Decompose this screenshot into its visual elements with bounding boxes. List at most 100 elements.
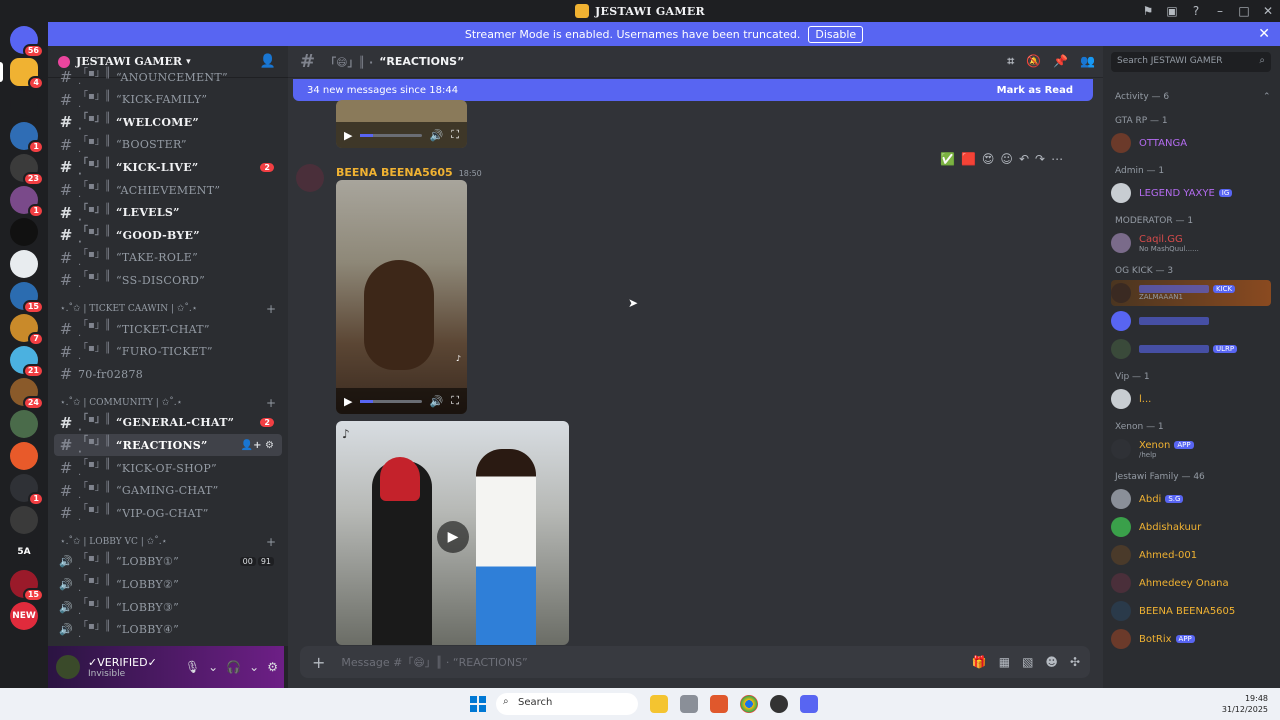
text-channel[interactable]: # 「▪」║ · “TICKET-CHAT” — [54, 318, 282, 342]
fullscreen-icon[interactable]: ⛶ — [451, 394, 459, 408]
member-item[interactable]: l... — [1111, 386, 1271, 412]
attach-plus-icon[interactable]: + — [312, 653, 325, 672]
server-icon[interactable]: 15 — [10, 282, 44, 314]
channel-settings-icon[interactable]: 👤+ ⚙ — [241, 440, 274, 451]
text-channel[interactable]: #70-fr02878 — [54, 363, 282, 385]
close-window-button[interactable]: ✕ — [1256, 4, 1280, 18]
server-icon[interactable]: 7 — [10, 314, 44, 346]
member-item[interactable] — [1111, 308, 1271, 334]
member-item[interactable]: LEGEND YAXYE IG — [1111, 180, 1271, 206]
sticker-icon[interactable]: ▧ — [1022, 655, 1033, 669]
text-channel[interactable]: # 「▪」║ · “GAMING-CHAT” — [54, 480, 282, 504]
composer-placeholder[interactable]: Message #「😄」║ · “REACTIONS” — [341, 654, 527, 670]
reply-icon[interactable]: ↶ — [1019, 152, 1029, 166]
member-item[interactable]: Ahmedeey Onana — [1111, 570, 1271, 596]
text-channel[interactable]: # 「▪」║ · “KICK-LIVE” 2 — [54, 156, 282, 180]
member-item[interactable]: BotRix APP — [1111, 626, 1271, 652]
server-icon[interactable] — [10, 442, 38, 470]
create-channel-icon[interactable]: + — [266, 302, 276, 316]
video-progress-bar[interactable] — [360, 399, 422, 403]
text-channel[interactable]: # 「▪」║ · “GOOD-BYE” — [54, 224, 282, 248]
message-author[interactable]: BEENA BEENA5605 — [336, 166, 453, 179]
video-progress-bar[interactable] — [360, 133, 422, 137]
avatar[interactable] — [56, 655, 80, 679]
member-item[interactable]: ULRP — [1111, 336, 1271, 362]
server-icon[interactable] — [10, 410, 38, 438]
text-channel[interactable]: # 「▪」║ · “WELCOME” — [54, 111, 282, 135]
server-icon[interactable]: 24 — [10, 378, 44, 410]
server-icon[interactable]: 15 — [10, 570, 44, 602]
member-item[interactable]: Xenon APP/help — [1111, 436, 1271, 462]
file-explorer-icon[interactable] — [650, 695, 668, 713]
search-input[interactable]: Search JESTAWI GAMER ⌕ — [1111, 52, 1271, 72]
check-reaction-icon[interactable]: ✅ — [940, 152, 955, 166]
server-icon[interactable]: 1 — [10, 122, 44, 154]
member-item[interactable]: Abdi S.G — [1111, 486, 1271, 512]
play-icon[interactable]: ▶ — [344, 129, 352, 142]
text-channel[interactable]: # 「▪」║ · “GENERAL-CHAT” 2 — [54, 412, 282, 436]
text-channel[interactable]: # 「▪」║ · “TAKE-ROLE” — [54, 247, 282, 271]
server-icon[interactable] — [10, 506, 38, 534]
chevron-down-icon[interactable]: ⌄ — [208, 660, 218, 674]
chrome-icon[interactable] — [740, 695, 758, 713]
volume-icon[interactable]: 🔊 — [430, 395, 444, 408]
gif-icon[interactable]: ▦ — [999, 655, 1010, 669]
activity-header[interactable]: Activity — 6 ⌃ — [1115, 92, 1271, 102]
text-channel[interactable]: # 「▪」║ · “ANOUNCEMENT” — [54, 66, 282, 90]
reaction-icon[interactable]: 🟥 — [961, 152, 976, 166]
play-button-icon[interactable]: ▶ — [437, 521, 469, 553]
voice-channel[interactable]: 🔊 「▪」║ · “LOBBY①” 00 91 — [54, 551, 282, 575]
maximize-button[interactable]: □ — [1232, 4, 1256, 18]
emoji-icon[interactable]: ☻ — [1045, 655, 1058, 669]
message-composer[interactable]: + Message #「😄」║ · “REACTIONS” 🎁 ▦ ▧ ☻ ✣ — [300, 646, 1090, 678]
heart-eyes-reaction-icon[interactable]: 😍 — [982, 152, 995, 166]
server-icon[interactable] — [10, 218, 38, 246]
server-icon[interactable] — [10, 90, 38, 118]
member-item[interactable]: Caqil.GG No MashQuul...... — [1111, 230, 1271, 256]
server-icon[interactable]: 21 — [10, 346, 44, 378]
brave-browser-icon[interactable] — [710, 695, 728, 713]
microphone-icon[interactable]: 🎙 — [185, 660, 200, 674]
disable-streamer-button[interactable]: Disable — [808, 25, 864, 43]
voice-channel[interactable]: 🔊 「▪」║ · “LOBBY④” — [54, 619, 282, 643]
new-messages-bar[interactable]: 34 new messages since 18:44 Mark as Read — [293, 79, 1093, 101]
new-badge-icon[interactable]: NEW — [10, 602, 38, 630]
settings-icon[interactable] — [680, 695, 698, 713]
create-channel-icon[interactable]: + — [266, 396, 276, 410]
server-icon[interactable]: 1 — [10, 186, 44, 218]
app-icon[interactable] — [770, 695, 788, 713]
voice-channel[interactable]: 🔊 「▪」║ · “LOBBY③” — [54, 596, 282, 620]
mark-as-read-button[interactable]: Mark as Read — [997, 85, 1073, 96]
play-icon[interactable]: ▶ — [344, 395, 352, 408]
server-icon[interactable]: 23 — [10, 154, 44, 186]
system-clock[interactable]: 19:48 31/12/2025 — [1222, 693, 1268, 715]
jestawi-server-icon[interactable]: 4 — [10, 58, 44, 90]
text-channel[interactable]: # 「▪」║ · “VIP-OG-CHAT” — [54, 502, 282, 526]
close-banner-icon[interactable]: ✕ — [1258, 26, 1270, 42]
member-item[interactable]: KICK ZALMAAAN1 — [1111, 280, 1271, 306]
discord-home-icon[interactable]: 56 — [10, 26, 44, 58]
text-channel[interactable]: # 「▪」║ · “ACHIEVEMENT” — [54, 179, 282, 203]
headphones-icon[interactable]: 🎧 — [226, 660, 241, 674]
discord-taskbar-icon[interactable] — [800, 695, 818, 713]
server-text-icon[interactable]: 5A — [10, 538, 38, 566]
video-attachment[interactable]: ♪ ▶ — [336, 421, 569, 645]
user-info[interactable]: ✓VERIFIED✓ Invisible — [88, 656, 157, 679]
taskbar-search-input[interactable]: ⌕ Search — [496, 693, 638, 715]
server-icon[interactable] — [10, 250, 38, 278]
voice-channel[interactable]: 🔊 「▪」║ · “LOBBY②” — [54, 573, 282, 597]
threads-icon[interactable]: ⌗ — [1007, 54, 1014, 69]
text-channel[interactable]: # 「▪」║ · “LEVELS” — [54, 202, 282, 226]
add-reaction-icon[interactable]: ☺ — [1000, 152, 1013, 166]
text-channel[interactable]: # 「▪」║ · “BOOSTER” — [54, 134, 282, 158]
more-options-icon[interactable]: ⋯ — [1051, 152, 1063, 166]
fullscreen-icon[interactable]: ⛶ — [451, 128, 459, 142]
apps-icon[interactable]: ✣ — [1070, 655, 1080, 669]
text-channel[interactable]: # 「▪」║ · “KICK-FAMILY” — [54, 89, 282, 113]
text-channel[interactable]: # 「▪」║ · “FURO-TICKET” — [54, 341, 282, 365]
video-attachment[interactable]: ♪ ▶ 🔊 ⛶ — [336, 180, 467, 414]
chevron-down-icon[interactable]: ⌄ — [249, 660, 259, 674]
member-item[interactable]: Ahmed-001 — [1111, 542, 1271, 568]
avatar[interactable] — [296, 164, 324, 192]
member-item[interactable]: OTTANGA — [1111, 130, 1271, 156]
